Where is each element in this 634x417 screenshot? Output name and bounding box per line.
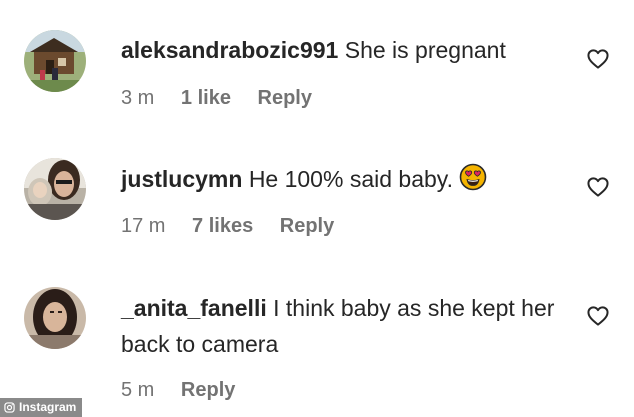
comment-text: _anita_fanelli I think baby as she kept … xyxy=(121,290,561,362)
comment-body: She is pregnant xyxy=(344,37,506,63)
comment-meta: 17 m 7 likes Reply xyxy=(121,215,355,238)
comment-body: He 100% said baby. xyxy=(248,166,453,192)
comment-username[interactable]: aleksandrabozic991 xyxy=(121,37,338,63)
comment-likes-count[interactable]: 7 likes xyxy=(192,215,253,238)
comment-username[interactable]: justlucymn xyxy=(121,166,242,192)
avatar-dark-hair-photo xyxy=(24,287,86,349)
reply-button[interactable]: Reply xyxy=(181,379,235,402)
instagram-watermark: Instagram xyxy=(0,398,83,417)
avatar[interactable] xyxy=(24,287,86,349)
reply-button[interactable]: Reply xyxy=(258,87,312,110)
like-heart-icon[interactable] xyxy=(587,49,609,69)
like-heart-icon[interactable] xyxy=(587,306,609,326)
watermark-label: Instagram xyxy=(19,400,77,414)
comment-text: aleksandrabozic991 She is pregnant xyxy=(121,34,506,67)
avatar[interactable] xyxy=(24,30,86,92)
reply-button[interactable]: Reply xyxy=(280,215,334,238)
comment-timestamp: 3 m xyxy=(121,87,155,109)
comment-text: justlucymn He 100% said baby. xyxy=(121,163,487,196)
comment-username[interactable]: _anita_fanelli xyxy=(121,295,267,321)
comment-likes-count[interactable]: 1 like xyxy=(181,87,231,110)
comment-timestamp: 5 m xyxy=(121,379,155,401)
avatar-cabin-photo xyxy=(24,30,86,92)
comment-meta: 3 m 1 like Reply xyxy=(121,87,333,110)
comment-meta: 5 m Reply xyxy=(121,379,256,402)
like-heart-icon[interactable] xyxy=(587,177,609,197)
heart-eyes-emoji-icon xyxy=(459,163,487,191)
comment-timestamp: 17 m xyxy=(121,215,166,237)
avatar[interactable] xyxy=(24,158,86,220)
avatar-selfie-photo xyxy=(24,158,86,220)
instagram-camera-icon xyxy=(4,402,15,413)
